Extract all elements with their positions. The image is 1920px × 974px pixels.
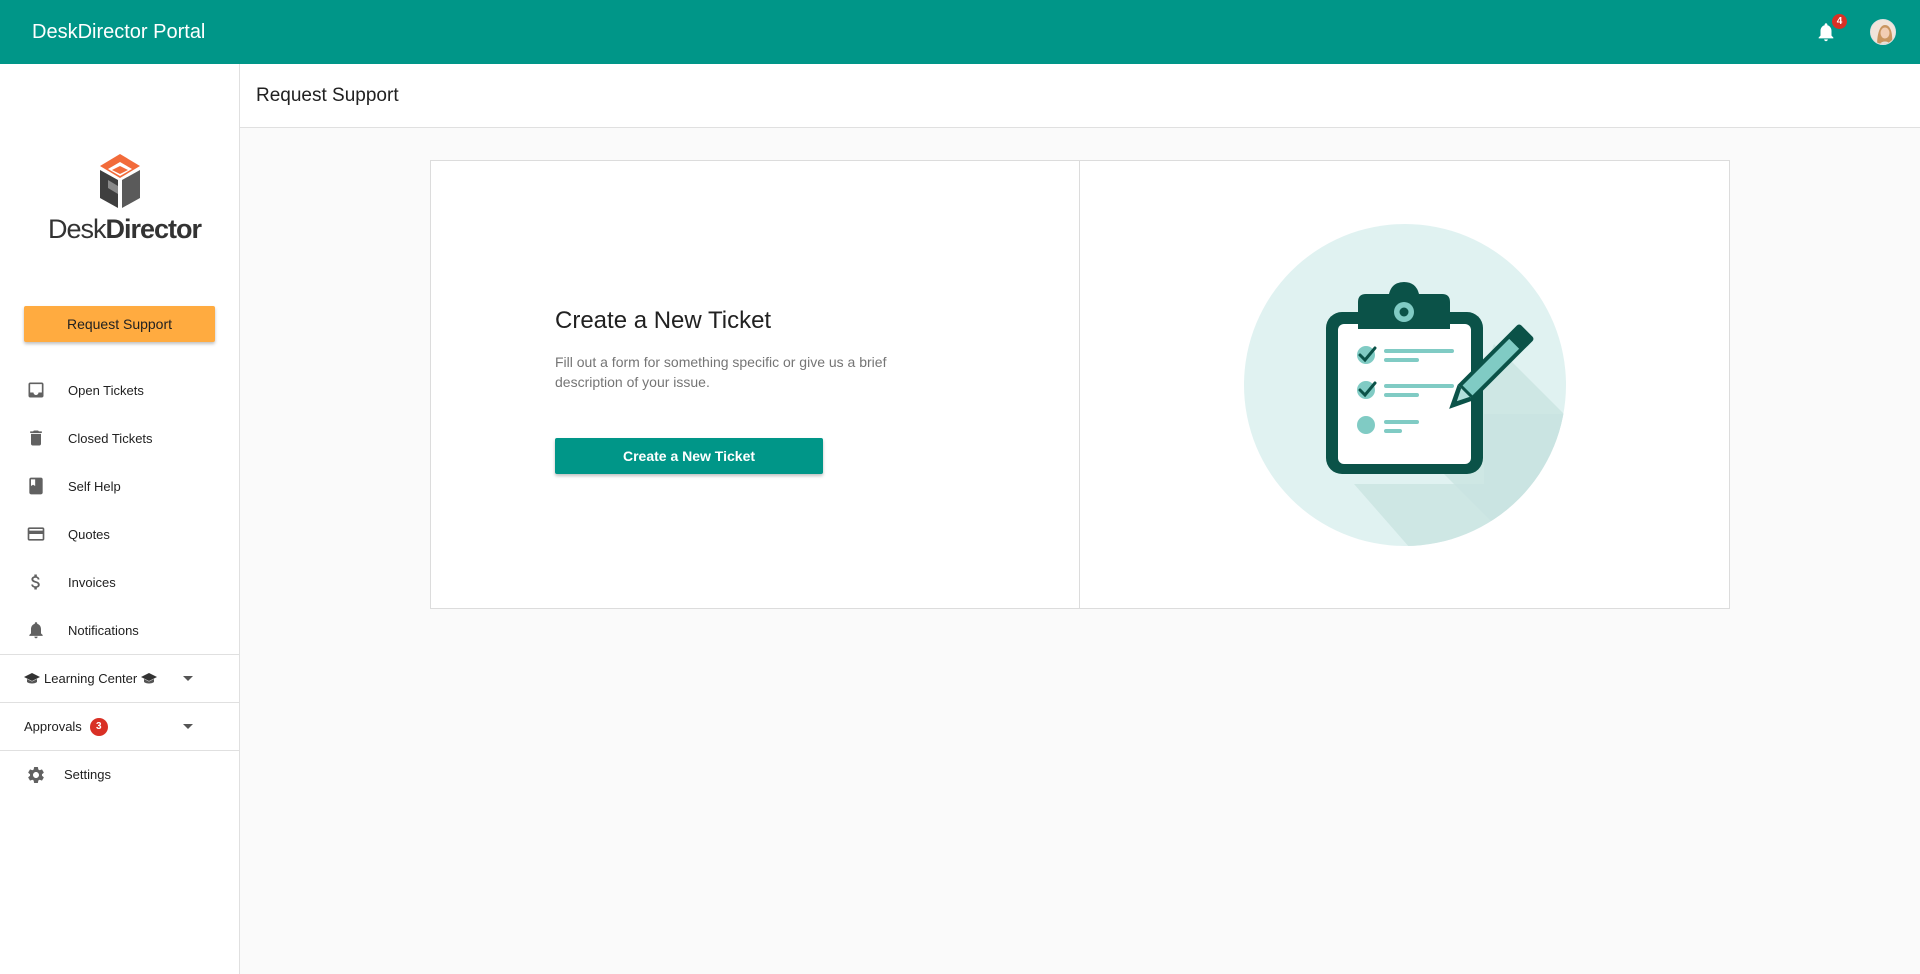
request-support-button[interactable]: Request Support [24,306,215,342]
sidebar-item-settings[interactable]: Settings [0,750,239,798]
sidebar-section-approvals[interactable]: Approvals 3 [0,702,239,750]
bell-icon [26,620,46,640]
sidebar-item-self-help[interactable]: Self Help [0,462,239,510]
new-ticket-card: Create a New Ticket Fill out a form for … [430,160,1730,609]
sidebar-item-notifications[interactable]: Notifications [0,606,239,654]
sidebar-item-invoices[interactable]: Invoices [0,558,239,606]
sidebar-item-label: Self Help [68,478,121,494]
sidebar-section-learning-center[interactable]: Learning Center [0,654,239,702]
gear-icon [26,765,46,785]
card-content: Create a New Ticket Fill out a form for … [431,161,1080,608]
inbox-icon [26,380,46,400]
section-label: Learning Center [44,671,138,686]
clipboard-illustration-icon [1244,224,1566,546]
sidebar-item-label: Notifications [68,622,139,638]
graduation-cap-icon [141,672,158,685]
notifications-button[interactable]: 4 [1812,13,1848,46]
app-header: DeskDirector Portal 4 [0,0,1920,64]
sidebar-item-quotes[interactable]: Quotes [0,510,239,558]
avatar-image [1871,20,1895,44]
sidebar-item-open-tickets[interactable]: Open Tickets [0,366,239,414]
logo-wordmark: DeskDirector [48,214,202,245]
card-description: Fill out a form for something specific o… [555,354,887,390]
sidebar-nav: Open Tickets Closed Tickets Self Help Qu… [0,366,239,798]
sidebar: DeskDirector Request Support Open Ticket… [0,64,240,974]
chevron-down-icon[interactable] [183,724,193,729]
page-header: Request Support [240,64,1920,128]
app-title[interactable]: DeskDirector Portal [32,21,205,44]
approvals-count-badge: 3 [89,717,108,736]
credit-card-icon [26,524,46,544]
logo-text-desk: Desk [48,214,107,244]
notification-badge: 4 [1831,13,1848,30]
section-label: Settings [64,767,111,782]
sidebar-item-label: Invoices [68,574,116,590]
sidebar-item-label: Quotes [68,526,110,542]
sidebar-item-label: Open Tickets [68,382,144,398]
sidebar-item-label: Closed Tickets [68,430,153,446]
deskdirector-logo-icon [100,154,140,208]
header-actions: 4 [1812,0,1896,64]
book-icon [26,476,46,496]
page-title: Request Support [256,84,399,106]
dollar-icon [26,572,46,592]
card-illustration-panel [1080,161,1729,608]
create-ticket-button[interactable]: Create a New Ticket [555,438,823,474]
section-label: Approvals [24,719,82,734]
trash-icon [26,428,46,448]
sidebar-item-closed-tickets[interactable]: Closed Tickets [0,414,239,462]
graduation-cap-icon [24,672,40,685]
logo-text-director: Director [105,214,203,244]
card-heading: Create a New Ticket [555,307,772,334]
company-logo[interactable]: DeskDirector [48,152,202,248]
user-avatar[interactable] [1870,19,1896,45]
chevron-down-icon[interactable] [183,676,193,681]
